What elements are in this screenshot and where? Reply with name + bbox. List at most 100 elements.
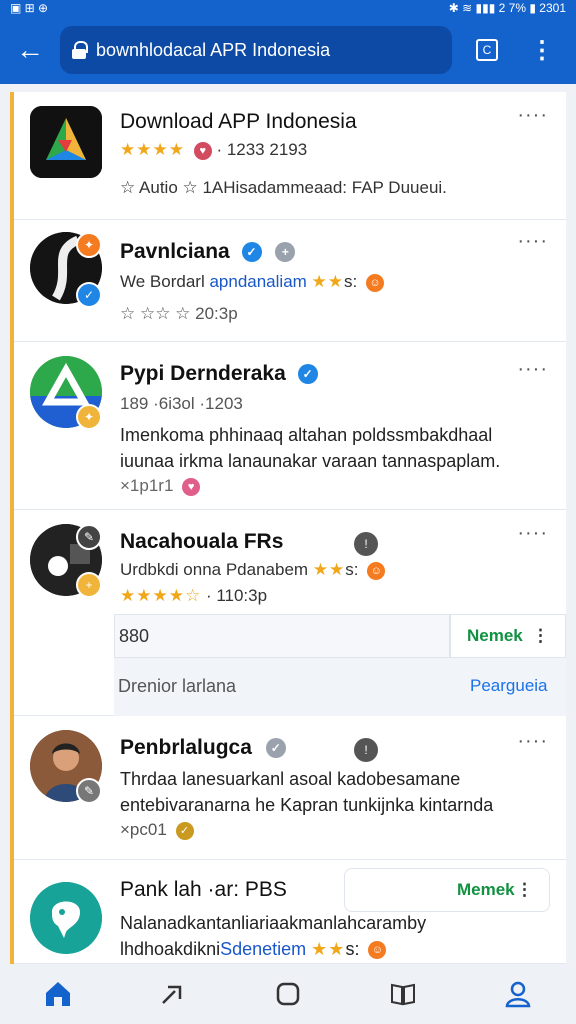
bottom-navigation (0, 964, 576, 1024)
back-button[interactable]: ← (0, 16, 60, 84)
check-circle-icon: ✓ (175, 821, 194, 840)
nav-profile[interactable] (488, 964, 548, 1024)
status-bar: ▣ ⊞ ⊕ ✱ ≋ ▮▮▮ 2 7% ▮ 2301 (0, 0, 576, 16)
list-item[interactable]: ✎ Penbrlalugca ✓ ! Thrdaa lanesuarkanl a… (14, 716, 566, 860)
tabs-icon: C (476, 39, 498, 61)
heart-icon: ♥ (182, 477, 201, 496)
list-item[interactable]: ✦ ✓ Pavnlciana ✓ + We Bordarl apndanalia… (14, 220, 566, 342)
nav-home[interactable] (28, 964, 88, 1024)
more-options-button[interactable]: ···· (517, 730, 548, 753)
tail-text: ×1p1r1 (120, 476, 174, 495)
reply-input[interactable]: 880 (114, 614, 450, 658)
body-line: Nalanadkantanliariaakmanlahcaramby (120, 913, 427, 933)
body-stars: ★★ (311, 939, 346, 959)
pin-badge-icon: ✎ (76, 778, 102, 804)
action-label: Nemek (467, 626, 523, 645)
meta-text: Urdbkdi onna Pdanabem (120, 560, 309, 579)
meta-tail: s: (345, 560, 359, 579)
meta-line: Urdbkdi onna Pdanabem ★★s: ☺ (120, 560, 386, 580)
meta-line: We Bordarl apndanaliam ★★s: ☺ (120, 272, 384, 292)
rating-stars: ★★★★☆ (120, 586, 202, 605)
address-bar[interactable]: bownhlodacal APR Indonesia (60, 26, 452, 74)
list-item[interactable]: ✦ Pypi Dernderaka ✓ 189 ·6i3ol ·1203 Ime… (14, 342, 566, 510)
list-item[interactable]: ✎ + Nacahouala FRs ! Urdbkdi onna Pdanab… (14, 510, 566, 716)
body-line-2: lhdhoakdikniSdenetiem ★★s: ☺ (120, 936, 540, 962)
status-right: ✱ ≋ ▮▮▮ 2 7% ▮ 2301 (448, 1, 566, 15)
meta-link[interactable]: apndanaliam (209, 272, 306, 291)
heart-icon: ♥ (193, 141, 212, 160)
list-item[interactable]: Pank lah ·ar: PBS Memek ⋮ Nalanadkantanl… (14, 860, 566, 964)
app-logo-icon (30, 106, 102, 178)
more-vert-icon: ⋮ (532, 626, 549, 645)
action-label: Memek (457, 880, 515, 899)
item-title: Download APP Indonesia (120, 110, 357, 133)
nav-share[interactable] (143, 964, 203, 1024)
meta-text: We Bordarl (120, 272, 205, 291)
chat-avatar-icon (30, 882, 102, 954)
check-badge-icon: ✓ (76, 282, 102, 308)
rating-stars: ★★★★ (120, 140, 185, 159)
item-title: Pank lah ·ar: PBS (120, 878, 287, 901)
lock-icon (72, 41, 88, 59)
flame-badge-icon: ✦ (76, 232, 102, 258)
item-body: Nalanadkantanliariaakmanlahcaramby lhdho… (120, 910, 540, 962)
body-tail: s: (345, 939, 360, 959)
rating-line: ★★★★ ♥ · 1233 2193 (120, 140, 307, 160)
smile-icon: ☺ (367, 561, 386, 580)
menu-button[interactable]: ⋮ (522, 16, 562, 84)
sub-line: 189 ·6i3ol ·1203 (120, 394, 243, 413)
action-button[interactable]: Memek ⋮ (344, 868, 550, 912)
more-options-button[interactable]: ···· (517, 358, 548, 381)
action-button[interactable]: Nemek ⋮ (450, 614, 566, 658)
meta-stars: ★★ (311, 272, 345, 291)
nav-bookmarks[interactable] (373, 964, 433, 1024)
rating-line: ★★★★☆ · 110:3p (120, 586, 267, 606)
share-icon (161, 985, 182, 1004)
home-icon (45, 982, 70, 1006)
more-vert-icon: ⋮ (530, 36, 554, 64)
tabs-button[interactable]: C (452, 16, 522, 84)
feed-list[interactable]: Download APP Indonesia ★★★★ ♥ · 1233 219… (10, 92, 566, 964)
item-body: Imenkoma phhinaaq altahan poldssmbakdhaa… (120, 425, 501, 471)
app-bar: ← bownhlodacal APR Indonesia C ⋮ (0, 16, 576, 84)
avatar (30, 882, 102, 954)
verified-grey-icon: ✓ (265, 738, 286, 759)
status-left: ▣ ⊞ ⊕ (10, 1, 49, 15)
info-icon: ! (354, 738, 378, 762)
sub-line: ☆ Autio ☆ 1AHisadammeaad: FAP Duueui. (120, 178, 447, 197)
list-item[interactable]: Download APP Indonesia ★★★★ ♥ · 1233 219… (14, 92, 566, 220)
tail-text: ×pc01 (120, 820, 167, 839)
info-icon: ! (354, 532, 378, 556)
body-pre: lhdhoakdikni (120, 939, 221, 959)
item-title-text: Penbrlalugca (120, 736, 252, 759)
rating-count: · 1233 2193 (216, 140, 308, 159)
square-icon (276, 982, 300, 1006)
nav-overview[interactable] (258, 964, 318, 1024)
verified-icon: ✓ (297, 364, 318, 385)
item-title: Nacahouala FRs (120, 530, 284, 553)
pin-badge-icon: ✎ (76, 524, 102, 550)
back-icon: ← (16, 34, 44, 65)
footer-link[interactable]: Peargueia (470, 676, 548, 696)
verified-icon: ✓ (241, 242, 262, 263)
more-options-button[interactable]: ···· (517, 230, 548, 253)
item-title: Pypi Dernderaka ✓ (120, 362, 318, 386)
item-title: Penbrlalugca ✓ (120, 736, 286, 760)
more-options-button[interactable]: ···· (517, 104, 548, 127)
item-body: Thrdaa lanesuarkanl asoal kadobesamane e… (120, 769, 494, 815)
url-text: bownhlodacal APR Indonesia (96, 39, 331, 60)
plus-icon: + (275, 242, 296, 263)
more-vert-icon: ⋮ (516, 880, 533, 899)
smile-icon: ☺ (368, 941, 387, 960)
meta-stars: ★★ (312, 560, 346, 579)
badge-icon: ✦ (76, 404, 102, 430)
app-logo (30, 106, 102, 178)
smile-icon: ☺ (366, 273, 384, 292)
meta-tail: s: (344, 272, 358, 291)
sub-line: ☆ ☆☆ ☆ 20:3p (120, 304, 238, 323)
body-link[interactable]: Sdenetiem (220, 939, 306, 959)
footer-text: Drenior larlana (118, 676, 237, 696)
more-options-button[interactable]: ···· (517, 522, 548, 545)
item-title: Pavnlciana ✓ + (120, 240, 296, 264)
item-title-text: Pavnlciana (120, 240, 230, 263)
